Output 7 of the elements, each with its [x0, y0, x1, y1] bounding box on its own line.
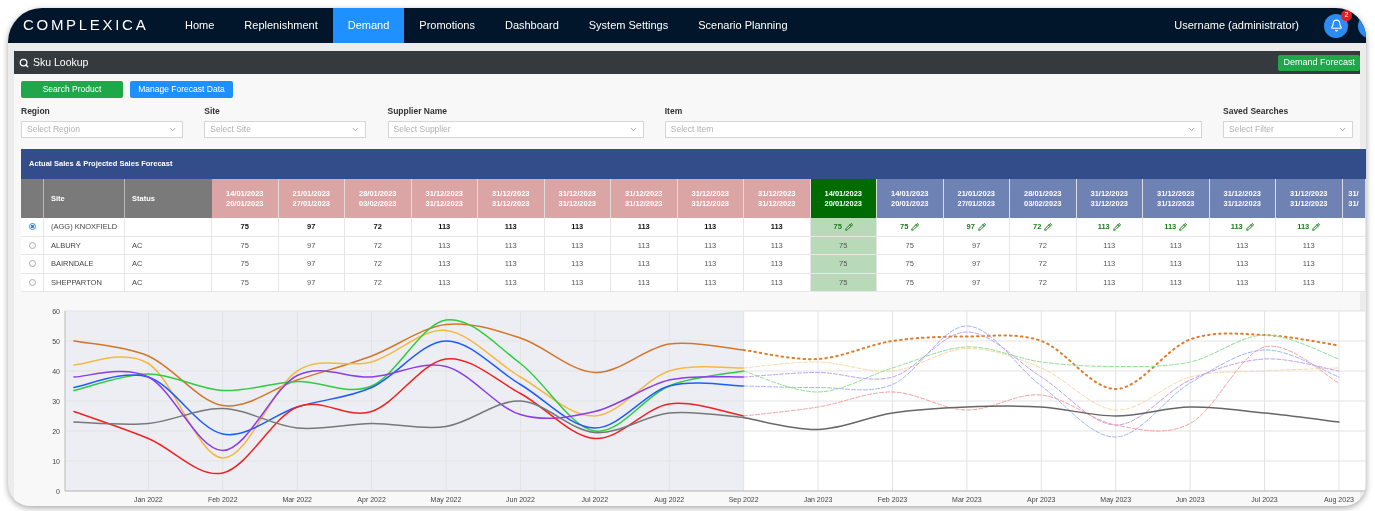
filter-label: Site	[204, 106, 221, 117]
filter-label: Saved Searches	[1223, 106, 1290, 117]
panel-title: Sku Lookup	[33, 54, 89, 70]
filter-label: Item	[664, 106, 684, 117]
logo: COMPLEXICA	[23, 15, 150, 36]
filter-label: Supplier Name	[387, 106, 449, 117]
filter-label: Region	[21, 106, 51, 117]
